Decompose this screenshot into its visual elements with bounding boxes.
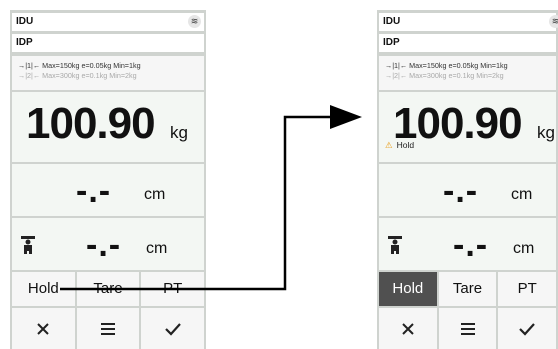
length-panel: -.- cm xyxy=(12,164,204,216)
function-buttons: Hold Tare PT xyxy=(379,272,557,306)
hold-label: Hold xyxy=(396,140,415,150)
device-title: IDU xyxy=(16,16,34,27)
warning-icon: ⚠ xyxy=(385,140,393,150)
weight-value: 100.90 xyxy=(26,99,156,148)
weight-unit: kg xyxy=(537,123,555,142)
menu-icon xyxy=(101,322,115,335)
height-value: -.- xyxy=(453,226,489,264)
confirm-button[interactable] xyxy=(141,308,205,349)
person-height-icon xyxy=(21,236,35,254)
confirm-button[interactable] xyxy=(498,308,557,349)
tare-button[interactable]: Tare xyxy=(76,272,140,306)
menu-button[interactable] xyxy=(438,308,497,349)
wifi-icon[interactable]: ≋ xyxy=(188,15,201,28)
length-value: -.- xyxy=(443,172,479,210)
tare-button[interactable]: Tare xyxy=(438,272,497,306)
height-unit: cm xyxy=(146,240,168,257)
check-icon xyxy=(164,322,181,336)
device-title-bar: IDU ≋ xyxy=(12,13,204,31)
height-unit: cm xyxy=(513,240,535,257)
hold-button[interactable]: Hold xyxy=(12,272,75,306)
weight-unit: kg xyxy=(170,123,188,142)
nav-buttons xyxy=(379,308,557,349)
person-height-icon xyxy=(388,236,402,254)
length-unit: cm xyxy=(511,186,533,203)
height-panel: -.- cm xyxy=(12,218,204,270)
check-icon xyxy=(519,322,535,336)
wifi-icon[interactable]: ≋ xyxy=(549,15,558,28)
platform-title: IDP xyxy=(383,37,400,48)
range-info: →|1|← Max=150kg e=0.05kg Min=1kg →|2|← M… xyxy=(12,56,204,90)
platform-title-bar: IDP xyxy=(379,34,556,52)
scale-screen-before: IDU ≋ IDP →|1|← Max=150kg e=0.05kg Min=1… xyxy=(10,10,206,349)
device-title: IDU xyxy=(383,16,401,27)
cancel-button[interactable] xyxy=(12,308,75,349)
platform-title-bar: IDP xyxy=(12,34,204,52)
menu-button[interactable] xyxy=(76,308,140,349)
range-1: →|1|← Max=150kg e=0.05kg Min=1kg xyxy=(18,61,141,70)
hold-button[interactable]: Hold xyxy=(379,272,437,306)
scale-screen-after: IDU ≋ IDP →|1|← Max=150kg e=0.05kg Min=1… xyxy=(377,10,558,349)
height-panel: -.- cm xyxy=(379,218,556,270)
weight-panel: 100.90 kg xyxy=(12,92,204,162)
pt-button[interactable]: PT xyxy=(141,272,205,306)
length-unit: cm xyxy=(144,186,166,203)
range-1: →|1|← Max=150kg e=0.05kg Min=1kg xyxy=(385,61,508,70)
length-panel: -.- cm xyxy=(379,164,556,216)
close-icon xyxy=(402,322,414,335)
pt-button[interactable]: PT xyxy=(498,272,557,306)
range-2: →|2|← Max=300kg e=0.1kg Min=2kg xyxy=(385,71,504,80)
length-value: -.- xyxy=(76,172,112,210)
height-value: -.- xyxy=(86,226,122,264)
hold-indicator: ⚠ Hold xyxy=(385,140,414,151)
function-buttons: Hold Tare PT xyxy=(12,272,205,306)
nav-buttons xyxy=(12,308,205,349)
range-info: →|1|← Max=150kg e=0.05kg Min=1kg →|2|← M… xyxy=(379,56,556,90)
range-2: →|2|← Max=300kg e=0.1kg Min=2kg xyxy=(18,71,137,80)
cancel-button[interactable] xyxy=(379,308,437,349)
platform-title: IDP xyxy=(16,37,33,48)
device-title-bar: IDU ≋ xyxy=(379,13,558,31)
close-icon xyxy=(37,322,50,335)
weight-panel: 100.90 kg ⚠ Hold xyxy=(379,92,556,162)
menu-icon xyxy=(460,322,475,335)
